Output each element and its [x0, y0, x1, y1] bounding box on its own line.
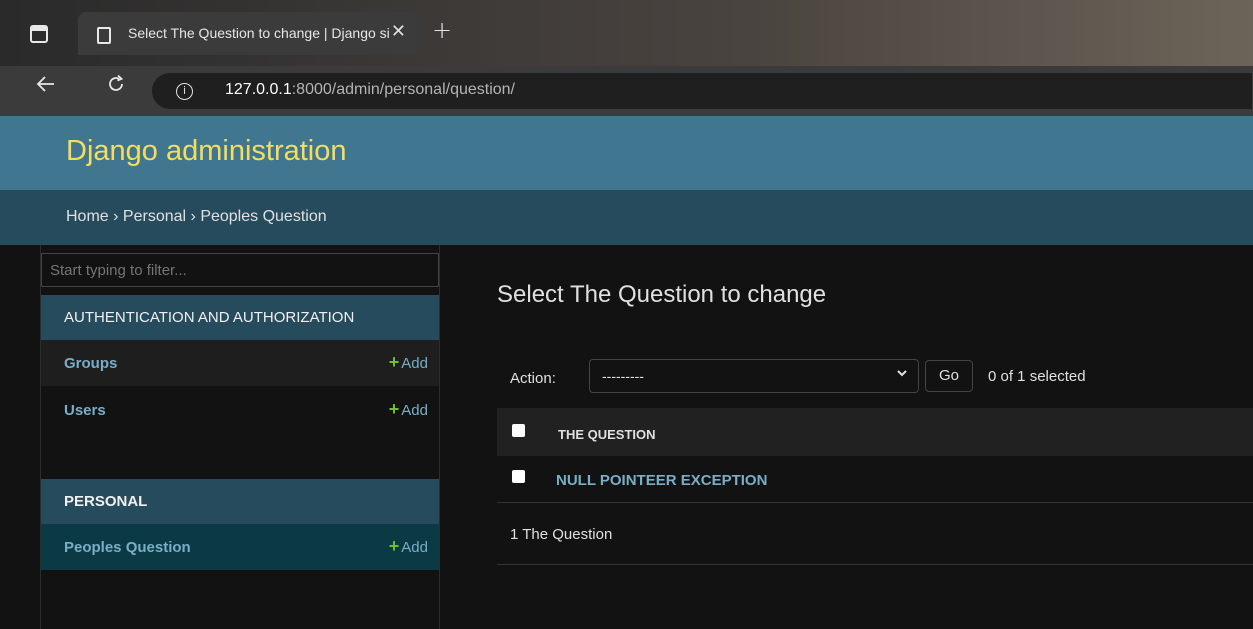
action-select-value: --------- [602, 368, 644, 384]
site-info-icon[interactable]: i [176, 83, 193, 100]
site-branding[interactable]: Django administration [66, 135, 346, 168]
sidebar-link-groups[interactable]: Groups [64, 355, 117, 372]
result-count: 1 The Question [510, 526, 613, 543]
paginator: 1 The Question [497, 503, 1253, 565]
module-caption-auth[interactable]: AUTHENTICATION AND AUTHORIZATION [41, 295, 439, 340]
module-caption-personal[interactable]: PERSONAL [41, 479, 439, 524]
go-button[interactable]: Go [925, 360, 973, 392]
nav-sidebar: AUTHENTICATION AND AUTHORIZATION Groups … [0, 245, 440, 629]
sidebar-item-groups: Groups + Add [41, 340, 439, 386]
new-tab-icon[interactable]: + [432, 16, 452, 44]
page-icon [97, 27, 111, 44]
browser-tab-active[interactable]: Select The Question to change | Django s… [78, 12, 420, 55]
add-groups-link[interactable]: + Add [389, 352, 428, 373]
url-text: 127.0.0.1:8000/admin/personal/question/ [225, 81, 515, 99]
action-label: Action: [510, 370, 556, 387]
add-peoples-question-link[interactable]: + Add [389, 536, 428, 557]
breadcrumb-app[interactable]: Personal [123, 208, 186, 225]
plus-icon: + [388, 536, 400, 556]
site-header: Django administration [0, 116, 1253, 190]
sidebar-item-users: Users + Add [41, 387, 439, 433]
url-path: :8000/admin/personal/question/ [291, 81, 515, 98]
column-header-question[interactable]: THE QUESTION [558, 427, 656, 442]
plus-icon: + [388, 352, 400, 372]
browser-nav-bar: i 127.0.0.1:8000/admin/personal/question… [0, 66, 1253, 116]
row-link[interactable]: NULL POINTEER EXCEPTION [556, 472, 767, 489]
plus-icon: + [388, 399, 400, 419]
sidebar-link-users[interactable]: Users [64, 402, 106, 419]
page-title: Select The Question to change [497, 281, 827, 308]
address-bar[interactable]: i 127.0.0.1:8000/admin/personal/question… [152, 73, 1252, 109]
breadcrumb-separator: › [190, 208, 196, 225]
results-table-header: THE QUESTION [497, 408, 1253, 456]
url-host: 127.0.0.1 [225, 81, 292, 98]
select-all-checkbox[interactable] [512, 424, 525, 437]
breadcrumb: Home › Personal › Peoples Question [0, 190, 1253, 245]
breadcrumb-separator: › [113, 208, 119, 225]
sidebar-filter-input[interactable] [41, 253, 439, 287]
back-arrow-icon[interactable] [36, 74, 56, 100]
breadcrumb-home[interactable]: Home [66, 208, 109, 225]
row-checkbox[interactable] [512, 470, 525, 483]
selection-counter: 0 of 1 selected [988, 368, 1086, 385]
action-select[interactable]: --------- [589, 359, 919, 393]
tab-title: Select The Question to change | Django s… [128, 25, 390, 41]
chevron-down-icon [896, 366, 908, 382]
sidebar-link-peoples-question[interactable]: Peoples Question [64, 539, 191, 556]
actions-bar: Action: --------- Go 0 of 1 selected [497, 355, 1253, 397]
table-row: NULL POINTEER EXCEPTION [497, 456, 1253, 503]
add-users-link[interactable]: + Add [389, 399, 428, 420]
breadcrumb-current: Peoples Question [200, 208, 327, 225]
browser-tab-bar: Select The Question to change | Django s… [0, 0, 1253, 66]
tab-close-icon[interactable]: ✕ [391, 21, 406, 42]
sidebar-item-peoples-question: Peoples Question + Add [41, 524, 439, 570]
tab-actions-icon[interactable] [30, 25, 48, 43]
reload-icon[interactable] [106, 74, 126, 100]
